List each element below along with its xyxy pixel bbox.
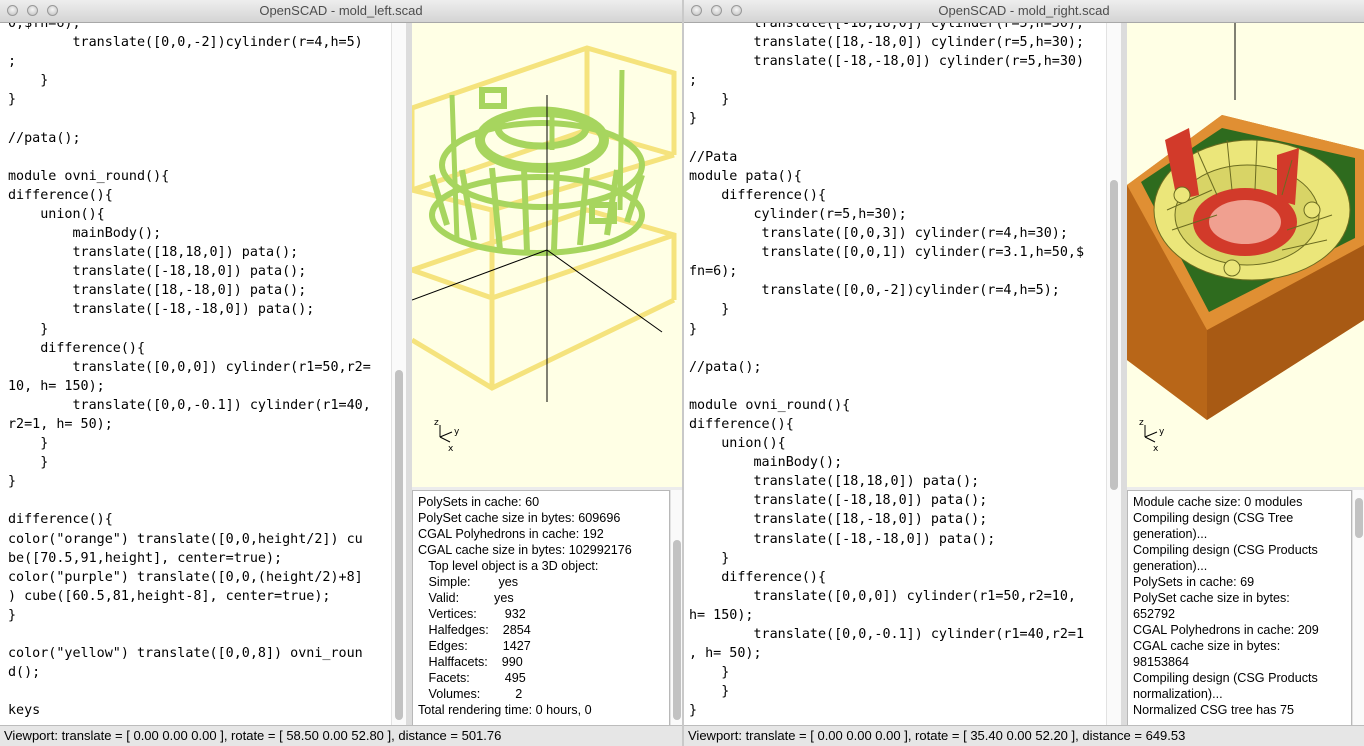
console-line: generation)... bbox=[1133, 527, 1208, 541]
console-line: CGAL Polyhedrons in cache: 209 bbox=[1133, 623, 1319, 637]
console-line: PolySet cache size in bytes: bbox=[1133, 591, 1290, 605]
axis-label-x: x bbox=[1153, 444, 1159, 454]
console-scrollbar[interactable] bbox=[1352, 490, 1364, 726]
console-line: PolySets in cache: 69 bbox=[1133, 575, 1255, 589]
console-line: Compiling design (CSG Products bbox=[1133, 543, 1318, 557]
window-title: OpenSCAD - mold_left.scad bbox=[259, 3, 423, 18]
console-line: CGAL Polyhedrons in cache: 192 bbox=[418, 527, 604, 541]
window-mold-right: translate([-18,18,0]) cylinder(r=5,h=30)… bbox=[684, 0, 1364, 746]
console-line: Simple: yes bbox=[418, 575, 519, 589]
console-line: Top level object is a 3D object: bbox=[418, 559, 599, 573]
console-panel[interactable]: PolySets in cache: 60 PolySet cache size… bbox=[412, 490, 670, 726]
console-line: Compiling design (CSG Products bbox=[1133, 671, 1318, 685]
console-line: PolySet cache size in bytes: 609696 bbox=[418, 511, 621, 525]
console-scrollbar[interactable] bbox=[670, 490, 682, 726]
editor-scrollbar[interactable] bbox=[1106, 0, 1122, 726]
console-line: 652792 bbox=[1133, 607, 1176, 621]
console-line: Facets: 495 bbox=[418, 671, 526, 685]
3d-viewport[interactable]: z y x bbox=[412, 0, 682, 487]
title-bar[interactable]: OpenSCAD - mold_left.scad bbox=[0, 0, 682, 23]
code-editor[interactable]: translate([-18,18,0]) cylinder(r=5,h=30)… bbox=[684, 0, 1106, 726]
console-line: CGAL cache size in bytes: bbox=[1133, 639, 1281, 653]
console-text: Module cache size: 0 modules Compiling d… bbox=[1133, 494, 1319, 718]
console-line: Halffacets: 990 bbox=[418, 655, 523, 669]
window-title: OpenSCAD - mold_right.scad bbox=[938, 3, 1110, 18]
console-line: PolySets in cache: 60 bbox=[418, 495, 540, 509]
axis-label-x: x bbox=[448, 444, 454, 454]
console-line: Compiling design (CSG Tree bbox=[1133, 511, 1294, 525]
console-line: Halfedges: 2854 bbox=[418, 623, 531, 637]
axis-gizmo bbox=[439, 425, 453, 443]
console-line: Normalized CSG tree has 75 bbox=[1133, 703, 1294, 717]
code-editor[interactable]: 0,$fn=6); translate([0,0,-2])cylinder(r=… bbox=[0, 0, 391, 726]
editor-scroll-thumb[interactable] bbox=[395, 370, 403, 720]
viewport-status: Viewport: translate = [ 0.00 0.00 0.00 ]… bbox=[688, 728, 1186, 743]
axis-label-z: z bbox=[434, 418, 439, 428]
axis-label-y: y bbox=[454, 427, 460, 437]
axis-label-y: y bbox=[1159, 427, 1165, 437]
console-line: CGAL cache size in bytes: 102992176 bbox=[418, 543, 632, 557]
console-line: 98153864 bbox=[1133, 655, 1190, 669]
3d-viewport[interactable]: z y x bbox=[1127, 0, 1364, 487]
console-line: Total rendering time: 0 hours, 0 bbox=[418, 703, 592, 717]
axis-label-z: z bbox=[1139, 418, 1144, 428]
console-scroll-thumb[interactable] bbox=[1355, 498, 1363, 538]
console-panel[interactable]: Module cache size: 0 modules Compiling d… bbox=[1127, 490, 1352, 726]
status-bar: Viewport: translate = [ 0.00 0.00 0.00 ]… bbox=[684, 725, 1364, 746]
code-text: translate([-18,18,0]) cylinder(r=5,h=30)… bbox=[689, 16, 1085, 719]
code-text: 0,$fn=6); translate([0,0,-2])cylinder(r=… bbox=[8, 16, 371, 719]
console-scroll-thumb[interactable] bbox=[673, 540, 681, 720]
console-text: PolySets in cache: 60 PolySet cache size… bbox=[418, 494, 632, 718]
viewport-status: Viewport: translate = [ 0.00 0.00 0.00 ]… bbox=[4, 728, 502, 743]
console-line: Valid: yes bbox=[418, 591, 514, 605]
console-line: Volumes: 2 bbox=[418, 687, 523, 701]
console-line: Module cache size: 0 modules bbox=[1133, 495, 1303, 509]
console-line: Edges: 1427 bbox=[418, 639, 531, 653]
status-bar: Viewport: translate = [ 0.00 0.00 0.00 ]… bbox=[0, 725, 682, 746]
model-render: z y x bbox=[412, 45, 677, 454]
editor-scrollbar[interactable] bbox=[391, 0, 407, 726]
console-line: generation)... bbox=[1133, 559, 1208, 573]
title-bar[interactable]: OpenSCAD - mold_right.scad bbox=[684, 0, 1364, 23]
window-mold-left: 0,$fn=6); translate([0,0,-2])cylinder(r=… bbox=[0, 0, 682, 746]
console-line: Vertices: 932 bbox=[418, 607, 526, 621]
editor-scroll-thumb[interactable] bbox=[1110, 180, 1118, 490]
console-line: normalization)... bbox=[1133, 687, 1223, 701]
model-render: z y x bbox=[1127, 0, 1364, 454]
